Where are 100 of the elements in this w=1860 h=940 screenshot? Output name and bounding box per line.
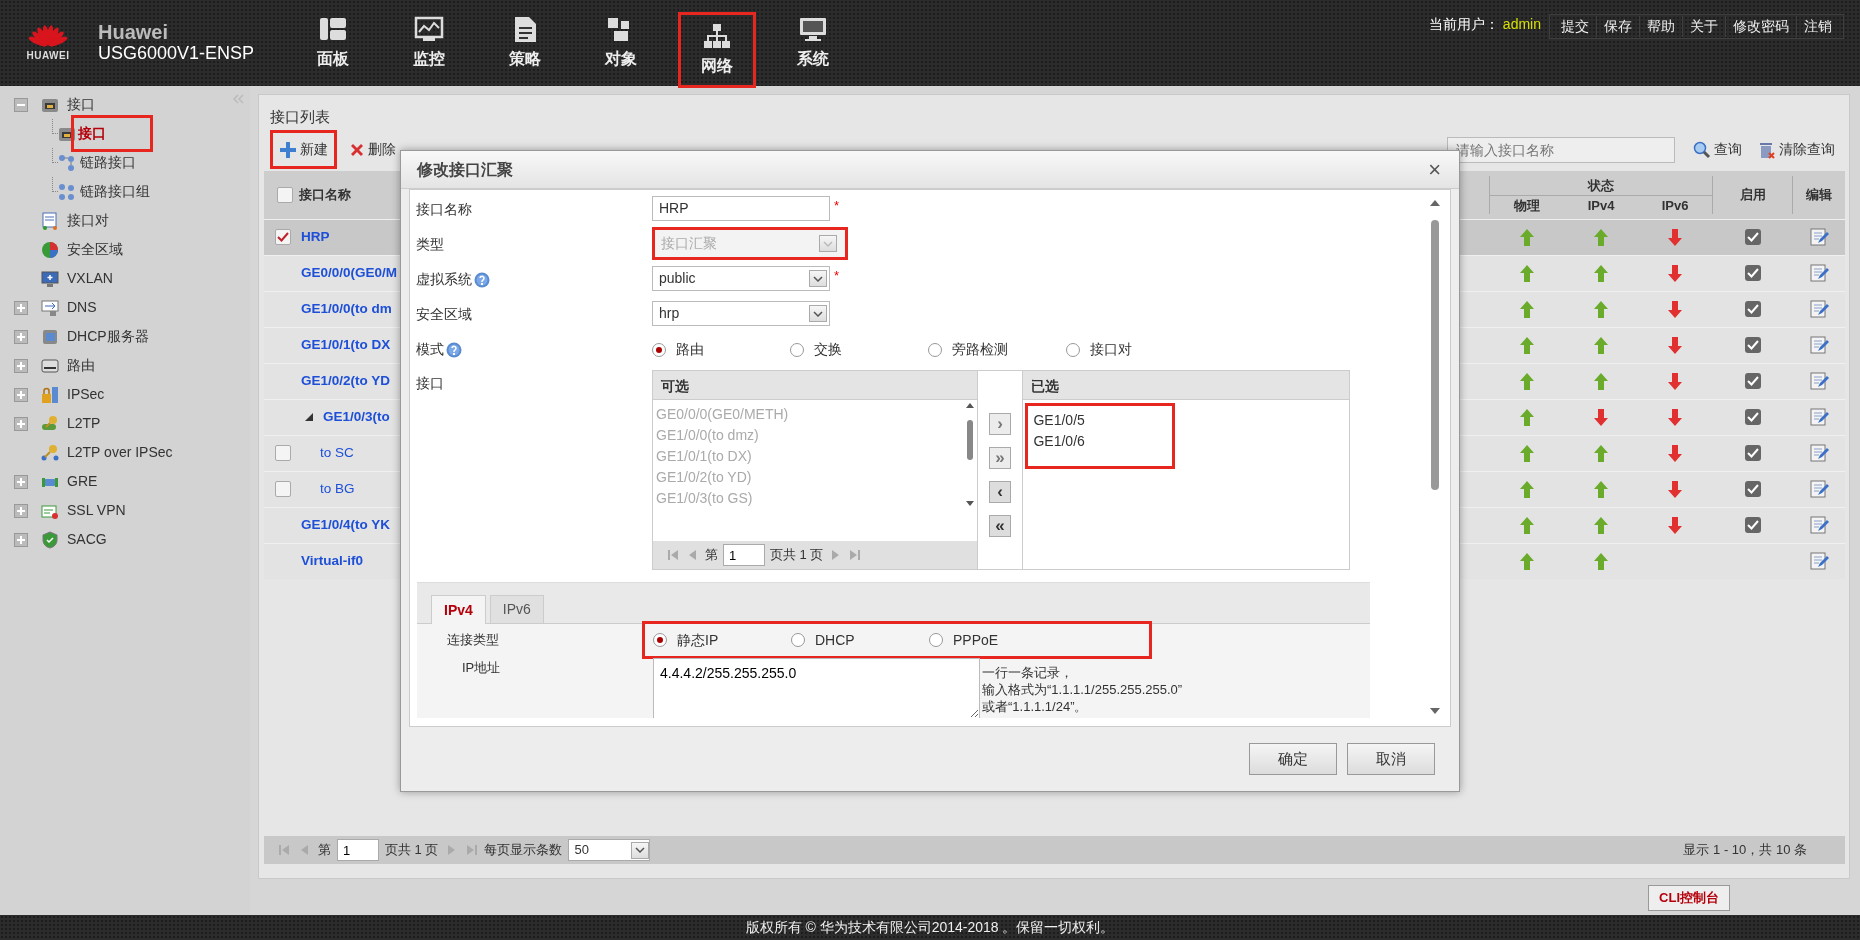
- tree-item[interactable]: L2TP: [65, 412, 103, 435]
- checkbox[interactable]: [1745, 445, 1761, 461]
- page-size-select[interactable]: 50: [568, 839, 651, 861]
- last-page-icon[interactable]: [847, 548, 862, 562]
- tree-item[interactable]: SSL VPN: [65, 499, 128, 522]
- edit-icon[interactable]: [1809, 371, 1829, 391]
- first-page-icon[interactable]: [667, 548, 681, 562]
- radio-label[interactable]: 静态IP: [677, 629, 719, 651]
- tree-item[interactable]: 链路接口组: [78, 180, 152, 203]
- edit-icon[interactable]: [1809, 263, 1829, 283]
- edit-icon[interactable]: [1809, 515, 1829, 535]
- tree-item[interactable]: 接口: [65, 93, 97, 116]
- list-item[interactable]: GE1/0/5: [1030, 410, 1173, 431]
- edit-icon[interactable]: [1809, 407, 1829, 427]
- cli-button[interactable]: CLI控制台: [1648, 885, 1730, 911]
- interface-name[interactable]: HRP: [301, 226, 330, 248]
- tree-item[interactable]: DHCP服务器: [65, 325, 151, 348]
- edit-icon[interactable]: [1809, 227, 1829, 247]
- tree-item[interactable]: 路由: [65, 354, 97, 377]
- edit-icon[interactable]: [1809, 335, 1829, 355]
- radio-label[interactable]: 旁路检测: [952, 339, 1008, 360]
- expand-icon[interactable]: [14, 474, 28, 489]
- new-button[interactable]: 新建: [270, 130, 337, 169]
- interface-name[interactable]: GE0/0/0(GE0/M: [301, 262, 398, 284]
- tab[interactable]: IPv4: [431, 595, 486, 624]
- expand-icon[interactable]: [14, 532, 28, 547]
- tree-item[interactable]: 接口: [71, 115, 153, 152]
- move-button[interactable]: «: [989, 515, 1011, 537]
- move-button[interactable]: ‹: [989, 481, 1011, 503]
- checkbox[interactable]: [1745, 337, 1761, 353]
- radio-button[interactable]: [929, 633, 943, 647]
- radio-button[interactable]: [790, 342, 804, 357]
- interface-name[interactable]: GE1/0/0(to dm: [301, 298, 392, 320]
- checkbox[interactable]: [1745, 373, 1761, 389]
- radio-button[interactable]: [1066, 342, 1080, 357]
- tree-item[interactable]: GRE: [65, 470, 100, 493]
- delete-button[interactable]: 删除: [345, 137, 400, 162]
- checkbox[interactable]: [1745, 229, 1761, 245]
- interface-name[interactable]: to BG: [320, 478, 355, 500]
- ok-button[interactable]: 确定: [1249, 743, 1337, 775]
- tree-item[interactable]: L2TP over IPSec: [65, 441, 175, 464]
- checkbox[interactable]: [1745, 409, 1761, 425]
- edit-icon[interactable]: [1809, 443, 1829, 463]
- page-field[interactable]: 1: [723, 544, 765, 566]
- collapse-icon[interactable]: [14, 97, 28, 112]
- tree-item[interactable]: VXLAN: [65, 267, 115, 290]
- header-link[interactable]: 提交: [1554, 16, 1596, 37]
- radio-button[interactable]: [928, 342, 942, 357]
- checkbox[interactable]: [1745, 265, 1761, 281]
- input-field[interactable]: HRP: [652, 196, 830, 221]
- checkbox[interactable]: [1745, 301, 1761, 317]
- page-field[interactable]: 1: [337, 839, 379, 861]
- search-button[interactable]: 查询: [1689, 137, 1746, 162]
- expand-icon[interactable]: [14, 329, 28, 344]
- radio-label[interactable]: 接口对: [1090, 339, 1132, 360]
- radio-button[interactable]: [652, 342, 666, 357]
- header-link[interactable]: 帮助: [1639, 16, 1682, 37]
- interface-name[interactable]: GE1/0/4(to YK: [301, 514, 391, 536]
- expand-icon[interactable]: [14, 387, 28, 402]
- interface-name[interactable]: GE1/0/3(to: [323, 406, 390, 428]
- checkbox[interactable]: [1745, 517, 1761, 533]
- nav-tab[interactable]: 监控: [390, 0, 469, 86]
- interface-name[interactable]: to SC: [320, 442, 354, 464]
- checkbox[interactable]: [274, 229, 291, 245]
- select-field[interactable]: public: [652, 266, 830, 291]
- nav-tab[interactable]: 策略: [486, 0, 565, 86]
- radio-button[interactable]: [791, 633, 805, 647]
- clear-search-button[interactable]: 清除查询: [1754, 137, 1839, 162]
- tab[interactable]: IPv6: [489, 595, 544, 623]
- edit-icon[interactable]: [1809, 299, 1829, 319]
- radio-label[interactable]: 路由: [676, 339, 704, 360]
- tree-item[interactable]: 链路接口: [78, 151, 138, 174]
- expanded-triangle-icon[interactable]: [304, 412, 314, 422]
- expand-icon[interactable]: [14, 503, 28, 518]
- radio-label[interactable]: DHCP: [815, 629, 855, 651]
- nav-tab[interactable]: 网络: [678, 12, 757, 88]
- tree-item[interactable]: 安全区域: [65, 238, 125, 261]
- radio-label[interactable]: 交换: [814, 339, 842, 360]
- interface-name[interactable]: GE1/0/1(to DX: [301, 334, 391, 356]
- tree-item[interactable]: SACG: [65, 528, 109, 551]
- edit-icon[interactable]: [1809, 479, 1829, 499]
- cancel-button[interactable]: 取消: [1347, 743, 1435, 775]
- nav-tab[interactable]: 系统: [774, 0, 853, 86]
- select-field[interactable]: hrp: [652, 301, 830, 326]
- nav-tab[interactable]: 对象: [582, 0, 661, 86]
- interface-name[interactable]: GE1/0/2(to YD: [301, 370, 391, 392]
- textarea-field[interactable]: 4.4.4.2/255.255.255.0: [653, 658, 980, 718]
- interface-name[interactable]: Virtual-if0: [301, 550, 363, 572]
- edit-icon[interactable]: [1809, 551, 1829, 571]
- header-link[interactable]: 注销: [1796, 16, 1839, 37]
- nav-tab[interactable]: 面板: [294, 0, 373, 86]
- radio-label[interactable]: PPPoE: [953, 629, 999, 651]
- tree-item[interactable]: 接口对: [65, 209, 111, 232]
- tree-item[interactable]: DNS: [65, 296, 99, 319]
- tree-item[interactable]: IPSec: [65, 383, 107, 406]
- close-button[interactable]: ×: [1426, 158, 1443, 181]
- expand-icon[interactable]: [14, 358, 28, 373]
- header-link[interactable]: 保存: [1596, 16, 1639, 37]
- header-link[interactable]: 修改密码: [1725, 16, 1796, 37]
- radio-button[interactable]: [653, 633, 667, 647]
